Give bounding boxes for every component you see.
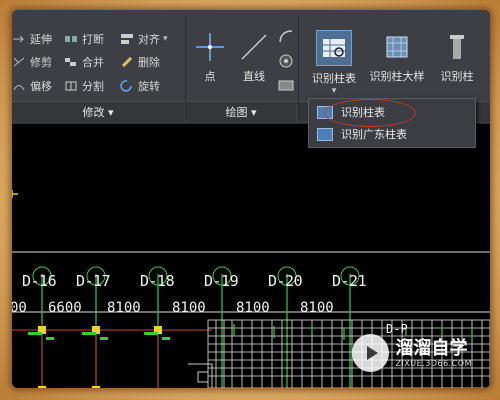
point-label: 点	[204, 70, 216, 83]
cad-application-window: 延伸 打断 对齐 ▾ 修剪 合并 删除 偏移 分割 旋转 修改 ▾ 点 直线 绘…	[12, 10, 490, 388]
modify-panel-title[interactable]: 修改 ▾	[12, 101, 184, 122]
offset-icon	[12, 80, 26, 92]
offset-label: 偏移	[30, 80, 52, 93]
split-button[interactable]: 分割	[64, 77, 104, 95]
play-logo-icon	[352, 334, 390, 372]
column-detail-icon	[380, 30, 414, 64]
line-button[interactable]: 直线	[234, 30, 274, 84]
axis-label-d17: D-17	[76, 272, 111, 290]
draw-panel-title-text: 绘图 ▾	[225, 106, 257, 119]
rectangle-icon[interactable]	[277, 77, 295, 97]
erase-label: 删除	[138, 56, 160, 69]
extend-button[interactable]: 延伸	[12, 30, 52, 48]
column-tags	[28, 332, 170, 340]
axis-label-d18: D-18	[140, 272, 175, 290]
break-label: 打断	[82, 33, 104, 46]
column-table-icon	[316, 30, 352, 66]
dimension-label: 00	[12, 300, 27, 316]
recognize-column-detail-button[interactable]: 识别柱大样	[365, 30, 429, 84]
dimension-label: 8100	[172, 300, 206, 316]
point-icon	[193, 30, 227, 64]
line-icon	[237, 30, 271, 64]
columns	[38, 326, 162, 388]
chevron-down-icon: ▾	[163, 34, 168, 44]
axis-label-d21: D-21	[332, 272, 367, 290]
watermark-title: 溜溜自学	[395, 337, 468, 359]
axis-lines	[41, 274, 351, 388]
align-button[interactable]: 对齐 ▾	[120, 30, 168, 48]
erase-button[interactable]: 删除	[120, 53, 160, 71]
trim-label: 修剪	[30, 56, 52, 69]
extend-label: 延伸	[30, 33, 52, 46]
column-icon	[440, 30, 474, 64]
split-icon	[64, 80, 78, 92]
rotate-icon	[120, 80, 134, 92]
line-label: 直线	[243, 70, 265, 83]
watermark: 溜溜自学 ZIXUE.3D66.COM	[352, 330, 472, 376]
watermark-subtitle: ZIXUE.3D66.COM	[395, 358, 472, 368]
recognize-column-label: 识别柱	[440, 70, 474, 83]
highlight-annotation	[324, 99, 416, 127]
erase-icon	[120, 56, 134, 68]
dimension-label: 8100	[300, 300, 334, 316]
offset-button[interactable]: 偏移	[12, 77, 52, 95]
point-button[interactable]: 点	[192, 30, 228, 84]
axis-label-d20: D-20	[268, 272, 303, 290]
join-button[interactable]: 合并	[64, 53, 104, 71]
rotate-button[interactable]: 旋转	[120, 77, 160, 95]
dimension-label: 8100	[107, 300, 141, 316]
align-icon	[120, 33, 134, 45]
recognize-column-detail-label: 识别柱大样	[369, 70, 425, 83]
trim-button[interactable]: 修剪	[12, 53, 52, 71]
draw-panel-title[interactable]: 绘图 ▾	[186, 101, 296, 122]
dimension-label: 8100	[236, 300, 270, 316]
axis-label-d19: D-19	[204, 272, 239, 290]
recognize-column-table-label: 识别柱表	[312, 72, 356, 85]
align-label: 对齐	[138, 33, 160, 46]
modify-panel-title-text: 修改 ▾	[82, 106, 114, 119]
break-button[interactable]: 打断	[64, 30, 104, 48]
circle-icon[interactable]	[277, 53, 295, 73]
join-icon	[64, 56, 78, 68]
recognize-column-table-button[interactable]: 识别柱表 ▾	[305, 30, 363, 96]
extend-icon	[12, 33, 26, 45]
break-icon	[64, 33, 78, 45]
join-label: 合并	[82, 56, 104, 69]
recognize-column-button[interactable]: 识别柱	[432, 30, 482, 84]
dimension-label: 6600	[48, 300, 82, 316]
ucs-marker	[12, 190, 18, 198]
trim-icon	[12, 56, 26, 68]
chevron-down-icon: ▾	[331, 86, 337, 96]
axis-label-d16: D-16	[22, 272, 57, 290]
arc-icon[interactable]	[277, 28, 295, 48]
rotate-label: 旋转	[138, 80, 160, 93]
split-label: 分割	[82, 80, 104, 93]
